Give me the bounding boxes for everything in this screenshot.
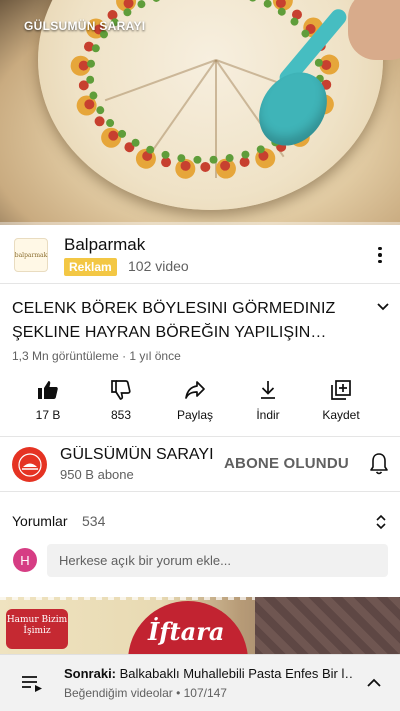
up-next-bar[interactable]: Sonraki: Balkabaklı Muhallebili Pasta En… xyxy=(0,654,400,711)
up-next-playlist: Beğendiğim videolar • 107/147 xyxy=(64,686,227,700)
video-title[interactable]: CELENK BÖREK BÖYLESINI GÖRMEDINIZ ŞEKLIN… xyxy=(12,297,357,345)
action-bar: 17 B 853 Paylaş İndir Kaydet xyxy=(0,378,400,430)
thumbs-down-icon xyxy=(111,380,131,400)
channel-row[interactable]: GÜLSÜMÜN SARAYI 950 B abone ABONE OLUNDU xyxy=(0,437,400,491)
advertiser-video-count: 102 video xyxy=(128,258,189,274)
download-button[interactable]: İndir xyxy=(233,378,303,422)
up-next-prefix: Sonraki: xyxy=(64,666,117,681)
subscriber-count: 950 B abone xyxy=(60,467,134,482)
advertiser-name[interactable]: Balparmak xyxy=(64,235,145,255)
save-button[interactable]: Kaydet xyxy=(306,378,376,422)
chevron-up-icon[interactable] xyxy=(366,677,382,689)
add-to-playlist-icon xyxy=(331,380,351,400)
up-next-video-title: Balkabaklı Muhallebili Pasta Enfes Bir l… xyxy=(119,666,354,681)
bell-icon[interactable] xyxy=(368,452,390,476)
chevron-down-icon[interactable] xyxy=(376,300,390,314)
channel-avatar[interactable] xyxy=(12,447,47,482)
dislike-count: 853 xyxy=(110,408,132,422)
comments-count: 534 xyxy=(82,513,106,529)
subscribed-button[interactable]: ABONE OLUNDU xyxy=(224,455,349,472)
more-options-icon[interactable] xyxy=(370,243,390,267)
like-count: 17 B xyxy=(35,408,61,422)
video-meta: 1,3 Mn görüntüleme · 1 yıl önce xyxy=(12,349,181,363)
download-label: İndir xyxy=(256,408,280,422)
user-avatar: H xyxy=(13,548,37,572)
banner-headline: İftara xyxy=(148,617,225,646)
video-progress-bar[interactable] xyxy=(0,222,400,225)
save-label: Kaydet xyxy=(322,408,360,422)
comments-heading[interactable]: Yorumlar xyxy=(12,513,68,529)
ad-banner[interactable]: Hamur Bizim İşimiz İftara xyxy=(0,597,400,657)
banner-tag: Hamur Bizim İşimiz xyxy=(6,609,68,649)
comment-input[interactable]: Herkese açık bir yorum ekle... xyxy=(47,544,388,577)
share-label: Paylaş xyxy=(176,408,214,422)
banner-background-image xyxy=(255,597,400,657)
channel-name[interactable]: GÜLSÜMÜN SARAYI xyxy=(60,446,222,464)
video-frame-hand xyxy=(348,0,400,60)
channel-watermark: GÜLSUMÜN SARAYI xyxy=(24,19,146,33)
divider xyxy=(0,491,400,492)
dislike-button[interactable]: 853 xyxy=(86,378,156,422)
download-icon xyxy=(261,381,275,399)
channel-logo-icon xyxy=(17,452,42,477)
playlist-queue-icon[interactable] xyxy=(20,674,44,692)
thumbs-up-icon xyxy=(38,381,58,399)
advertiser-logo[interactable]: balparmak xyxy=(14,238,48,272)
ad-badge: Reklam xyxy=(64,258,117,276)
divider xyxy=(0,283,400,284)
advertiser-logo-text: balparmak xyxy=(14,251,48,259)
expand-collapse-icon[interactable] xyxy=(374,513,388,531)
share-button[interactable]: Paylaş xyxy=(160,378,230,422)
share-icon xyxy=(185,381,205,399)
up-next-title[interactable]: Sonraki: Balkabaklı Muhallebili Pasta En… xyxy=(64,666,354,681)
video-player[interactable]: GÜLSUMÜN SARAYI xyxy=(0,0,400,225)
like-button[interactable]: 17 B xyxy=(13,378,83,422)
ad-row[interactable]: balparmak Balparmak Reklam 102 video xyxy=(0,226,400,284)
